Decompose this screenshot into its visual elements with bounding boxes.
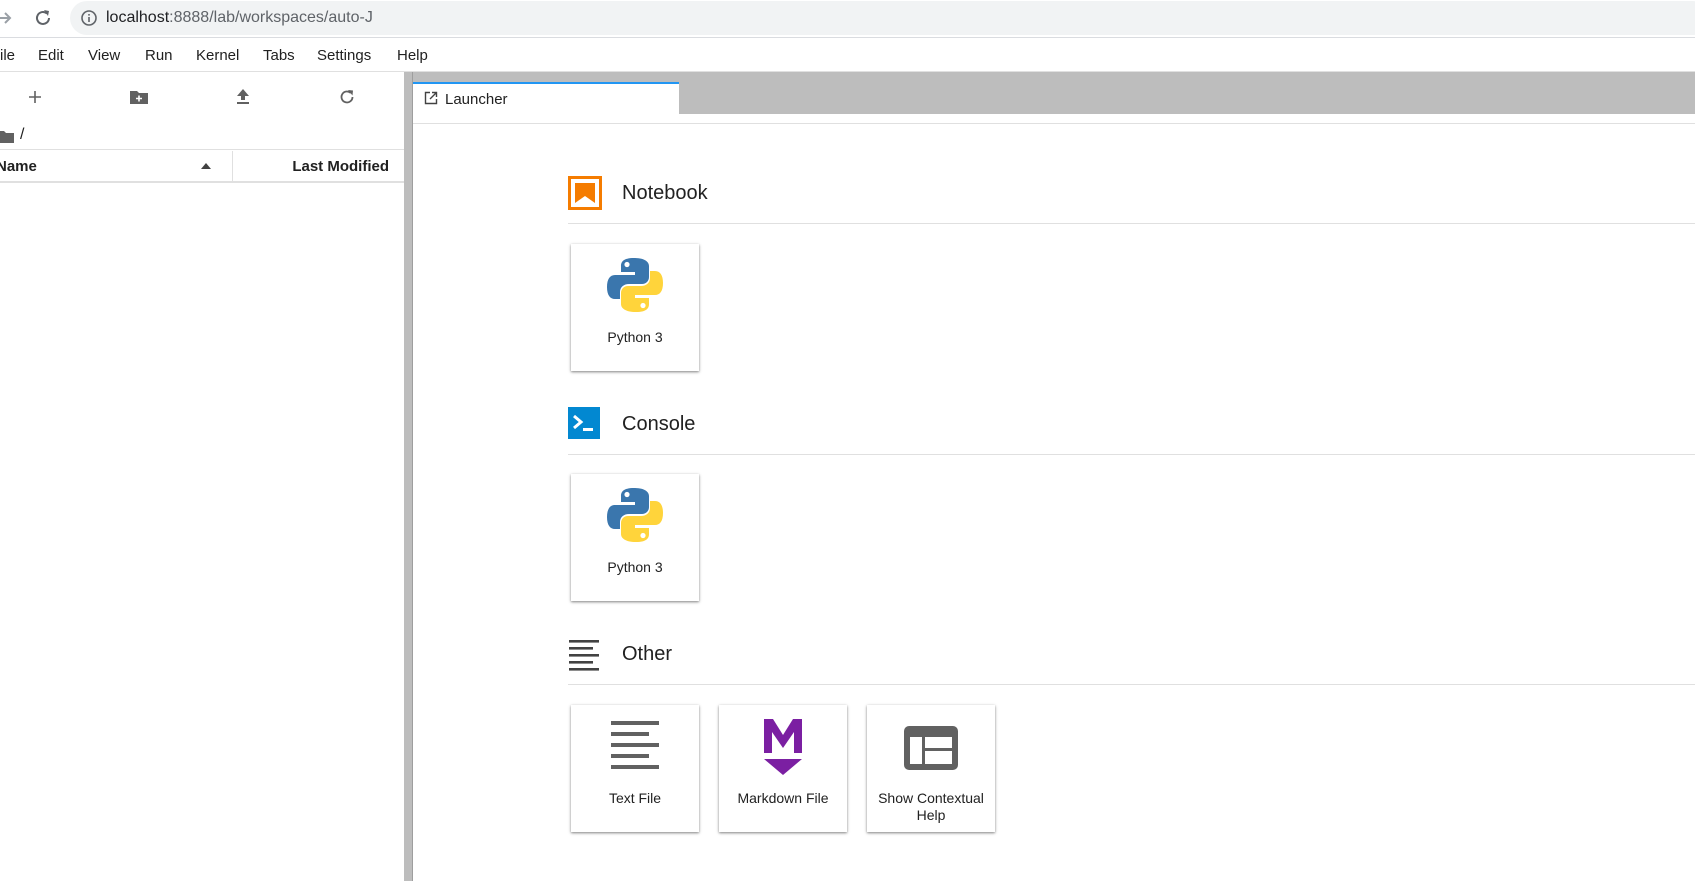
section-console: Console xyxy=(568,407,1695,455)
new-folder-icon[interactable] xyxy=(126,84,152,110)
notebook-python3-card[interactable]: Python 3 xyxy=(571,244,699,371)
menu-help[interactable]: Help xyxy=(397,47,428,64)
menu-run[interactable]: Run xyxy=(145,47,173,64)
url-text[interactable]: localhost:8888/lab/workspaces/auto-J xyxy=(106,8,373,28)
python-icon xyxy=(571,256,699,318)
forward-icon[interactable] xyxy=(0,5,18,31)
card-label: Python 3 xyxy=(607,329,663,345)
text-file-icon xyxy=(571,717,699,779)
contextual-help-card[interactable]: Show Contextual Help xyxy=(867,705,995,832)
console-python3-card[interactable]: Python 3 xyxy=(571,474,699,601)
sort-ascending-icon xyxy=(201,163,211,169)
card-label: Markdown File xyxy=(737,790,829,806)
url-path: :8888/lab/workspaces/auto-J xyxy=(169,9,373,26)
markdown-file-card[interactable]: Markdown File xyxy=(719,705,847,832)
breadcrumb: / xyxy=(0,124,404,150)
tab-launcher[interactable]: Launcher xyxy=(413,82,679,114)
url-host: localhost xyxy=(106,9,170,26)
new-launcher-icon[interactable] xyxy=(22,84,48,110)
other-icon xyxy=(568,637,602,671)
tab-divider xyxy=(413,114,1695,124)
menu-kernel[interactable]: Kernel xyxy=(196,47,239,64)
section-title-other: Other xyxy=(622,643,673,665)
dock-tab-bar: Launcher xyxy=(413,72,1695,114)
file-browser: / Name Last Modified xyxy=(0,72,404,881)
menu-settings[interactable]: Settings xyxy=(317,47,371,64)
info-icon[interactable] xyxy=(80,9,98,27)
section-title-notebook: Notebook xyxy=(622,182,708,204)
column-header-last-modified[interactable]: Last Modified xyxy=(233,151,404,181)
address-bar[interactable]: localhost:8888/lab/workspaces/auto-J xyxy=(70,1,1695,35)
launcher-tab-icon xyxy=(424,91,438,110)
card-label: Show Contextual Help xyxy=(878,790,984,823)
folder-icon[interactable] xyxy=(0,130,14,149)
column-header-last-modified-label: Last Modified xyxy=(292,158,389,175)
markdown-icon xyxy=(719,717,847,779)
refresh-icon[interactable] xyxy=(334,84,360,110)
file-list-header: Name Last Modified xyxy=(0,151,404,183)
browser-toolbar: localhost:8888/lab/workspaces/auto-J xyxy=(0,0,1695,38)
reload-icon[interactable] xyxy=(30,5,56,31)
card-label: Text File xyxy=(608,790,662,806)
launcher-panel: Notebook Python 3 Console Python 3 Other… xyxy=(413,125,1695,881)
section-other: Other xyxy=(568,637,1695,685)
column-header-name-label: Name xyxy=(0,158,37,175)
breadcrumb-root[interactable]: / xyxy=(20,126,24,144)
section-notebook: Notebook xyxy=(568,176,1695,224)
file-browser-toolbar xyxy=(0,72,404,122)
panel-splitter[interactable] xyxy=(404,72,413,881)
menu-bar: ile Edit View Run Kernel Tabs Settings H… xyxy=(0,38,1695,72)
section-title-console: Console xyxy=(622,413,696,435)
card-label: Python 3 xyxy=(607,559,663,575)
menu-view[interactable]: View xyxy=(88,47,120,64)
menu-file[interactable]: ile xyxy=(0,47,15,64)
console-icon xyxy=(568,407,602,441)
upload-icon[interactable] xyxy=(230,84,256,110)
notebook-icon xyxy=(568,176,602,210)
python-icon xyxy=(571,486,699,548)
menu-edit[interactable]: Edit xyxy=(38,47,64,64)
tab-launcher-label: Launcher xyxy=(445,91,508,108)
text-file-card[interactable]: Text File xyxy=(571,705,699,832)
contextual-help-icon xyxy=(867,717,995,779)
column-header-name[interactable]: Name xyxy=(0,151,233,181)
menu-tabs[interactable]: Tabs xyxy=(263,47,295,64)
